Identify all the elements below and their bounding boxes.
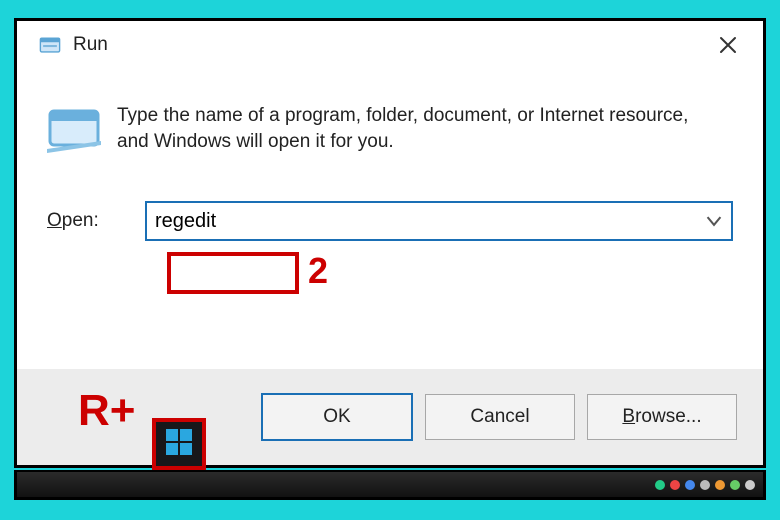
annotation-r-plus: R+	[78, 386, 135, 436]
browse-button[interactable]: Browse...	[587, 394, 737, 440]
tray-icon[interactable]	[670, 480, 680, 490]
close-icon	[719, 36, 737, 54]
dialog-body: Type the name of a program, folder, docu…	[17, 69, 763, 267]
tray-icon[interactable]	[715, 480, 725, 490]
info-text: Type the name of a program, folder, docu…	[117, 103, 717, 154]
chevron-down-icon[interactable]	[705, 212, 723, 230]
tray-icon[interactable]	[700, 480, 710, 490]
tray-icon[interactable]	[655, 480, 665, 490]
open-combobox[interactable]: regedit	[145, 201, 733, 241]
title-text: Run	[73, 34, 108, 56]
open-label: Open:	[47, 210, 145, 232]
taskbar[interactable]	[14, 470, 766, 500]
titlebar: Run	[17, 21, 763, 69]
tray-icon[interactable]	[745, 480, 755, 490]
annotation-start-box	[152, 418, 206, 470]
info-row: Type the name of a program, folder, docu…	[47, 103, 733, 155]
run-icon-large	[47, 105, 101, 155]
tray-icon[interactable]	[685, 480, 695, 490]
run-icon	[39, 34, 61, 56]
annotation-box-regedit	[167, 252, 299, 294]
close-button[interactable]	[709, 26, 747, 64]
ok-button[interactable]: OK	[261, 393, 413, 441]
cancel-button[interactable]: Cancel	[425, 394, 575, 440]
annotation-step-2: 2	[308, 250, 328, 292]
open-value: regedit	[155, 210, 216, 233]
windows-start-icon[interactable]	[164, 427, 194, 461]
tray-icon[interactable]	[730, 480, 740, 490]
open-row: Open: regedit	[47, 201, 733, 241]
